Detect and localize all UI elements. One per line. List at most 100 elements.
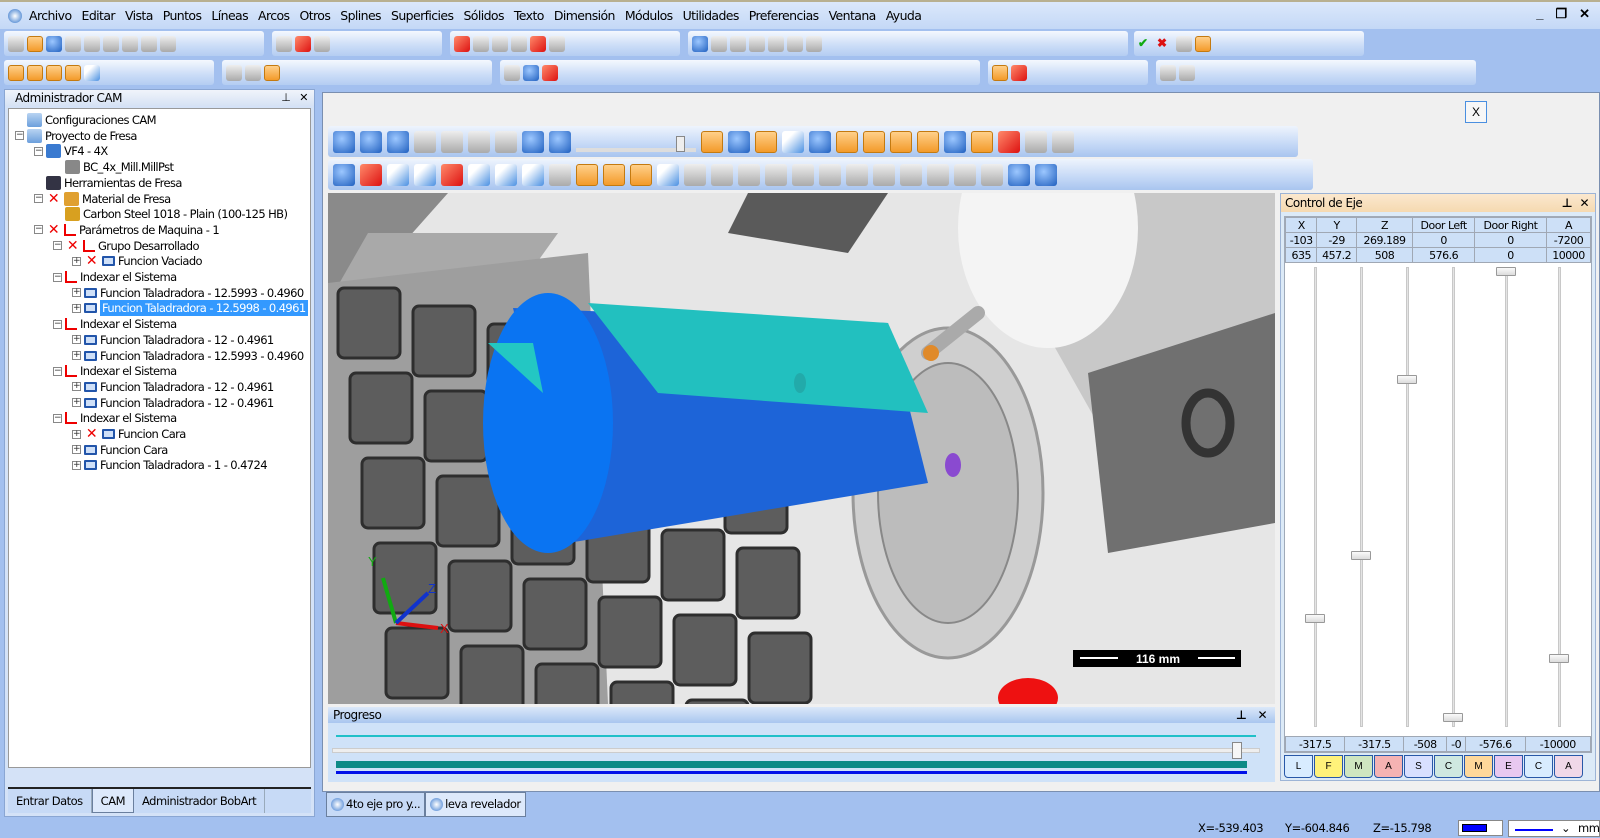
restore-button[interactable]: ❐	[1555, 6, 1567, 22]
menu-vista[interactable]: Vista	[120, 8, 158, 23]
tool-path-icon[interactable]	[549, 163, 571, 186]
refresh-icon[interactable]	[549, 130, 571, 153]
path-5-icon[interactable]	[873, 163, 895, 186]
fit-view-icon[interactable]	[333, 163, 355, 186]
cancel-icon[interactable]: ✖	[1157, 36, 1173, 52]
add-view-icon[interactable]	[1008, 163, 1030, 186]
tree-node[interactable]: Carbon Steel 1018 - Plain (100-125 HB)	[53, 206, 288, 222]
stock-display-icon[interactable]	[657, 163, 679, 186]
pencil-icon[interactable]	[473, 35, 489, 52]
tree-node[interactable]: + Funcion Taladradora - 12.5993 - 0.4960	[72, 348, 304, 364]
menu-editar[interactable]: Editar	[77, 8, 120, 23]
min-row-cell[interactable]: 0	[1412, 232, 1475, 248]
tree-node[interactable]: + Funcion Taladradora - 12.5998 - 0.4961	[72, 300, 308, 317]
path-icon[interactable]	[765, 163, 787, 186]
step-back-icon[interactable]	[360, 130, 382, 153]
view-bottom-icon[interactable]	[522, 163, 544, 186]
view-left-icon[interactable]	[468, 163, 490, 186]
max-row-cell[interactable]: 0	[1473, 247, 1548, 263]
settings-icon[interactable]	[836, 130, 858, 153]
axis-panel-tab[interactable]: A	[1374, 755, 1403, 778]
machine-display-icon[interactable]	[684, 163, 706, 186]
tree-node[interactable]: Configuraciones CAM	[15, 112, 157, 128]
tab-entrar-datos[interactable]: Entrar Datos	[8, 789, 92, 813]
loop-icon[interactable]	[522, 130, 544, 153]
slider-thumb[interactable]	[1496, 267, 1516, 276]
current-row-cell[interactable]: -10000	[1524, 736, 1592, 752]
path-8-icon[interactable]	[954, 163, 976, 186]
box-icon[interactable]	[27, 64, 43, 81]
max-row-cell[interactable]: 457.2	[1316, 247, 1357, 263]
fixture-3-icon[interactable]	[917, 130, 939, 153]
path-3-icon[interactable]	[819, 163, 841, 186]
undo-icon[interactable]	[84, 35, 100, 52]
list-icon[interactable]	[314, 35, 330, 52]
fixture-2-icon[interactable]	[890, 130, 912, 153]
view-iso-icon[interactable]	[360, 163, 382, 186]
axis-panel-tab[interactable]: C	[1524, 755, 1553, 778]
remove-view-icon[interactable]	[1035, 163, 1057, 186]
slider-thumb[interactable]	[1351, 550, 1371, 560]
tree-node[interactable]: + ✕ Funcion Vaciado	[72, 253, 203, 269]
paste-icon[interactable]	[160, 35, 176, 52]
menu-puntos[interactable]: Puntos	[158, 8, 207, 23]
menu-modulos[interactable]: Módulos	[620, 8, 678, 23]
menu-ayuda[interactable]: Ayuda	[881, 8, 927, 23]
save-icon[interactable]	[46, 35, 62, 52]
pan-icon[interactable]	[730, 35, 746, 52]
pin-icon[interactable]: ⊥	[1236, 708, 1247, 722]
max-row-cell[interactable]: 635	[1284, 247, 1318, 263]
path-7-icon[interactable]	[927, 163, 949, 186]
cylinder-icon[interactable]	[65, 64, 81, 81]
timer-icon[interactable]	[728, 130, 750, 153]
menu-solidos[interactable]: Sólidos	[458, 8, 508, 23]
render-icon[interactable]	[1011, 64, 1027, 81]
view-right-icon[interactable]	[441, 163, 463, 186]
tree-node[interactable]: − ✕ Parámetros de Maquina - 1	[34, 222, 220, 238]
tree-node[interactable]: − Indexar el Sistema	[53, 363, 177, 379]
menu-superficies[interactable]: Superficies	[386, 8, 458, 23]
collapse-toggle[interactable]: −	[15, 131, 24, 141]
rotate-icon[interactable]	[749, 35, 765, 52]
slider-thumb[interactable]	[1443, 712, 1463, 722]
axis-panel-tab[interactable]: L	[1284, 755, 1313, 778]
minimize-button[interactable]: _	[1536, 6, 1543, 22]
sphere-icon[interactable]	[8, 64, 24, 81]
current-row-cell[interactable]: -576.6	[1465, 736, 1526, 752]
collapse-toggle[interactable]: −	[53, 413, 62, 423]
axis-slider-a[interactable]	[1549, 267, 1569, 727]
flag-2-icon[interactable]	[1052, 130, 1074, 153]
view-front-icon[interactable]	[414, 163, 436, 186]
tree-node[interactable]: + Funcion Taladradora - 12 - 0.4961	[72, 379, 274, 395]
pin-marker-icon[interactable]	[998, 130, 1020, 153]
tree-node[interactable]: − Proyecto de Fresa	[15, 128, 137, 144]
view-back-icon[interactable]	[495, 163, 517, 186]
menu-otros[interactable]: Otros	[294, 8, 335, 23]
axis-slider-door-right[interactable]	[1496, 267, 1516, 727]
expand-toggle[interactable]: +	[72, 429, 81, 439]
flag-icon[interactable]	[1025, 130, 1047, 153]
menu-ventana[interactable]: Ventana	[824, 8, 881, 23]
align-icon[interactable]	[504, 64, 520, 81]
current-row-cell[interactable]: -317.5	[1284, 736, 1346, 752]
compare-icon[interactable]	[944, 130, 966, 153]
color-picker[interactable]	[1458, 820, 1503, 836]
pointer-icon[interactable]	[276, 35, 292, 52]
collapse-toggle[interactable]: −	[34, 225, 43, 235]
open-icon[interactable]	[27, 35, 43, 52]
expand-toggle[interactable]: +	[72, 303, 81, 313]
pin-icon[interactable]: ⊥	[281, 91, 291, 104]
circle-icon[interactable]	[492, 35, 508, 52]
slider-thumb[interactable]	[1397, 375, 1417, 384]
shell-icon[interactable]	[523, 64, 539, 81]
holder-icon[interactable]	[603, 163, 625, 186]
axis-panel-tab[interactable]: S	[1404, 755, 1433, 778]
tree-node[interactable]: + Funcion Taladradora - 12 - 0.4961	[72, 395, 274, 411]
collapse-toggle[interactable]: −	[53, 366, 62, 376]
menu-lineas[interactable]: Líneas	[206, 8, 253, 23]
surface-icon[interactable]	[226, 64, 242, 81]
tree-node[interactable]: Herramientas de Fresa	[34, 175, 182, 191]
speed-slider-thumb[interactable]	[676, 135, 685, 152]
tree-node[interactable]: − Indexar el Sistema	[53, 410, 177, 426]
copy-icon[interactable]	[141, 35, 157, 52]
